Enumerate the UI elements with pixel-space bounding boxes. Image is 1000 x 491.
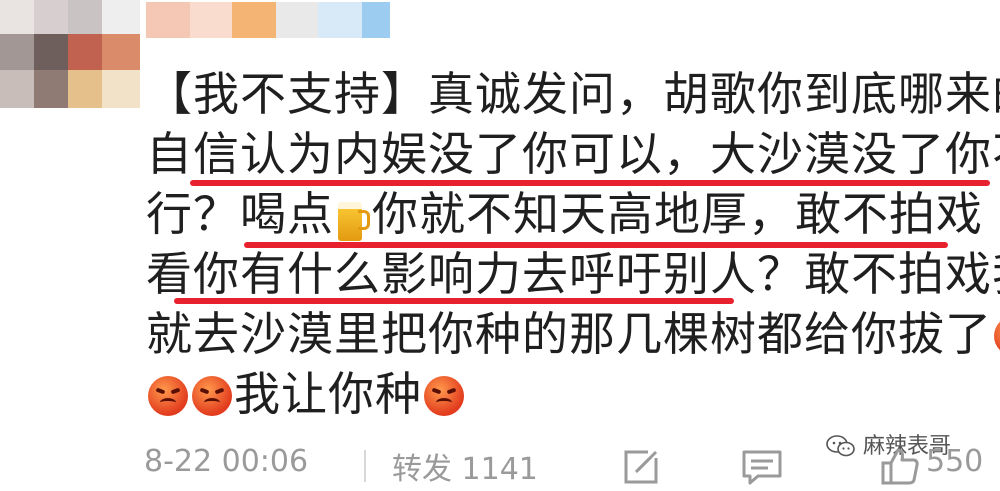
comment-text: 【我不支持】真诚发问，胡歌你到底哪来的 自信认为内娱没了你可以，大沙漠没了你不 … <box>146 64 1000 424</box>
comment-line-text: 我让你种 <box>234 367 422 421</box>
comment-line-text: 就去沙漠里把你种的那几棵树都给你拔了 <box>146 307 992 361</box>
angry-face-icon <box>424 376 464 416</box>
edit-icon[interactable] <box>622 446 662 486</box>
comment-line-6: 我让你种 <box>146 364 996 424</box>
angry-face-icon <box>192 376 232 416</box>
comment-line-2: 自信认为内娱没了你可以，大沙漠没了你不 <box>146 124 1000 186</box>
like-count[interactable]: 550 <box>926 444 983 479</box>
comment-footer: 8-22 00:06 转发 1141 550 <box>144 440 1000 490</box>
avatar[interactable] <box>0 0 140 108</box>
comment-line-text: 你就不知天高地厚，敢不拍戏 <box>372 187 983 241</box>
comment-icon[interactable] <box>740 448 784 486</box>
comment-line-text: 【我不支持】真诚发问，胡歌你到底哪来的 <box>146 67 1000 121</box>
angry-face-icon <box>994 316 1000 356</box>
angry-face-icon <box>148 376 188 416</box>
beer-icon <box>336 196 370 241</box>
comment-line-1: 【我不支持】真诚发问，胡歌你到底哪来的 <box>146 64 1000 124</box>
comment-line-text: 行？喝点 <box>146 187 334 241</box>
comment-line-5: 就去沙漠里把你种的那几棵树都给你拔了 <box>146 304 1000 364</box>
thumbs-up-icon[interactable] <box>880 446 920 486</box>
comment-line-3: 行？喝点 你就不知天高地厚，敢不拍戏 <box>146 184 996 248</box>
comment-line-4: 看你有什么影响力去呼吁别人？敢不拍戏我 <box>146 244 1000 304</box>
forward-button[interactable]: 转发 1141 <box>392 444 538 488</box>
divider <box>364 450 366 482</box>
comment-line-text: 自信认为内娱没了你可以，大沙漠没了你不 <box>146 127 1000 181</box>
timestamp: 8-22 00:06 <box>144 444 309 479</box>
comment-line-text: 看你有什么影响力去呼吁别人？敢不拍戏我 <box>146 247 1000 301</box>
